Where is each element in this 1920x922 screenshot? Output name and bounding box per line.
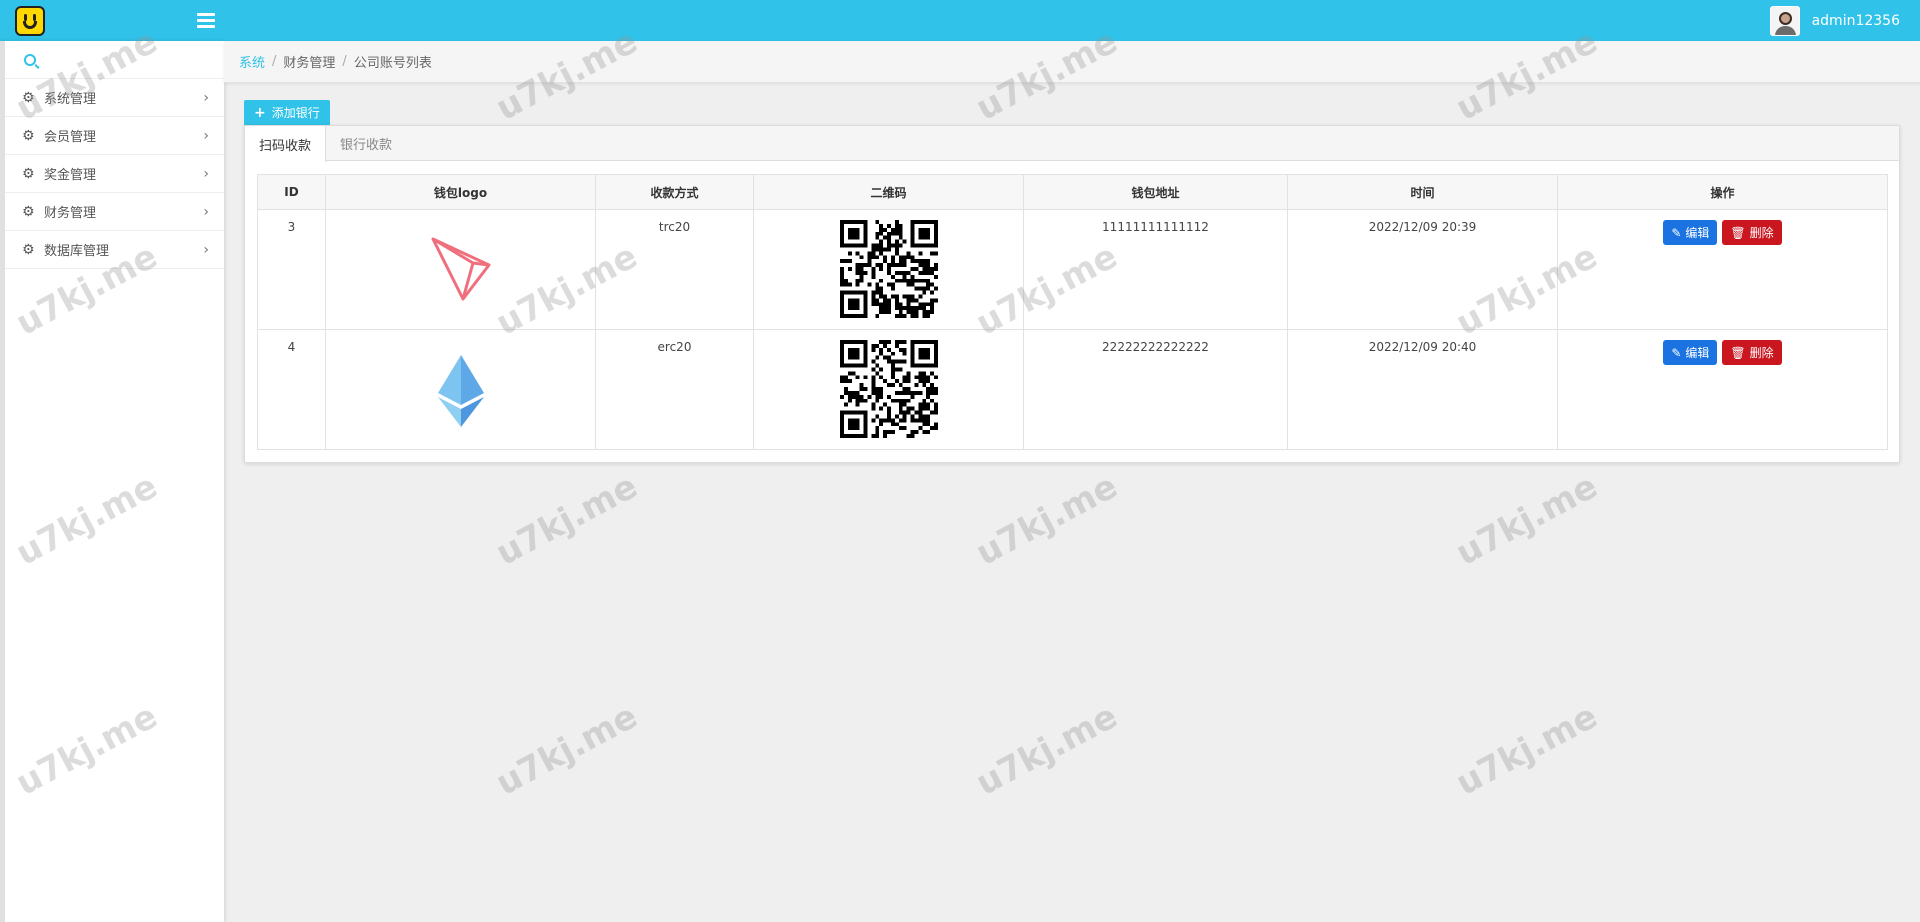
- chevron-right-icon: ›: [203, 241, 209, 258]
- edit-button[interactable]: ✎ 编辑: [1663, 220, 1718, 245]
- edit-label: 编辑: [1685, 346, 1710, 360]
- delete-button[interactable]: 🗑 删除: [1722, 340, 1782, 365]
- avatar[interactable]: [1769, 5, 1800, 36]
- edit-label: 编辑: [1685, 226, 1710, 240]
- content-panel: 扫码收款 银行收款 ID 钱包logo 收款方式 二维码 钱包地址 时间 操作 …: [244, 125, 1900, 463]
- qr-code: [839, 220, 938, 318]
- cell-logo: [325, 209, 596, 330]
- cell-method: trc20: [595, 209, 754, 330]
- tron-logo-icon: [431, 237, 490, 301]
- add-bank-button[interactable]: + 添加银行: [244, 100, 330, 125]
- column-header: 收款方式: [595, 174, 754, 210]
- cell-actions: ✎ 编辑 🗑 删除: [1557, 329, 1888, 450]
- watermark-text: u7kj.me: [1449, 696, 1604, 804]
- edit-icon: ✎: [1671, 225, 1682, 240]
- breadcrumb-separator: /: [342, 54, 347, 69]
- top-bar: admin12356: [0, 0, 1920, 41]
- sidebar-item-finance[interactable]: ⚙ 财务管理 ›: [5, 193, 224, 231]
- sidebar-item-system[interactable]: ⚙ 系统管理 ›: [5, 79, 224, 117]
- sidebar-item-label: 系统管理: [44, 92, 97, 107]
- search-icon[interactable]: [24, 53, 36, 66]
- delete-label: 删除: [1749, 346, 1774, 360]
- cell-logo: [325, 329, 596, 450]
- cell-qr: [753, 329, 1024, 450]
- breadcrumb-separator: /: [272, 54, 277, 69]
- sidebar: ⚙ 系统管理 › ⚙ 会员管理 › ⚙ 奖金管理 › ⚙ 财务管理 › ⚙ 数据…: [0, 41, 224, 922]
- sidebar-item-label: 数据库管理: [44, 244, 110, 259]
- column-header: ID: [257, 174, 326, 210]
- table-header-row: ID 钱包logo 收款方式 二维码 钱包地址 时间 操作: [257, 174, 1888, 210]
- table-row: 4 erc20 22222222222222 2022/12/09 20:40: [257, 329, 1888, 450]
- menu-toggle-icon[interactable]: [197, 10, 215, 31]
- gear-icon: ⚙: [22, 241, 35, 258]
- sidebar-item-members[interactable]: ⚙ 会员管理 ›: [5, 117, 224, 155]
- watermark-text: u7kj.me: [489, 696, 644, 804]
- app-logo-icon[interactable]: [15, 5, 45, 36]
- cell-time: 2022/12/09 20:39: [1287, 209, 1558, 330]
- column-header: 二维码: [753, 174, 1024, 210]
- add-bank-label: 添加银行: [271, 106, 320, 120]
- cell-id: 3: [257, 209, 326, 330]
- tab-qr-payment[interactable]: 扫码收款: [245, 126, 327, 162]
- cell-address: 11111111111112: [1023, 209, 1288, 330]
- account-table: ID 钱包logo 收款方式 二维码 钱包地址 时间 操作 3 trc20 11…: [257, 174, 1888, 450]
- column-header: 操作: [1557, 174, 1888, 210]
- watermark-text: u7kj.me: [1449, 466, 1604, 574]
- breadcrumb-root-link[interactable]: 系统: [239, 52, 265, 71]
- sidebar-item-label: 奖金管理: [44, 168, 97, 183]
- edit-button[interactable]: ✎ 编辑: [1663, 340, 1718, 365]
- gear-icon: ⚙: [22, 203, 35, 220]
- column-header: 钱包logo: [325, 174, 596, 210]
- chevron-right-icon: ›: [203, 89, 209, 106]
- qr-code: [839, 340, 938, 438]
- chevron-right-icon: ›: [203, 203, 209, 220]
- cell-actions: ✎ 编辑 🗑 删除: [1557, 209, 1888, 330]
- breadcrumb-current: 公司账号列表: [353, 56, 432, 71]
- ethereum-logo-icon: [437, 355, 484, 427]
- column-header: 钱包地址: [1023, 174, 1288, 210]
- sidebar-item-database[interactable]: ⚙ 数据库管理 ›: [5, 231, 224, 269]
- sidebar-item-bonus[interactable]: ⚙ 奖金管理 ›: [5, 155, 224, 193]
- watermark-text: u7kj.me: [489, 466, 644, 574]
- cell-time: 2022/12/09 20:40: [1287, 329, 1558, 450]
- edit-icon: ✎: [1671, 345, 1682, 360]
- chevron-right-icon: ›: [203, 165, 209, 182]
- plus-icon: +: [254, 104, 266, 121]
- cell-method: erc20: [595, 329, 754, 450]
- gear-icon: ⚙: [22, 127, 35, 144]
- column-header: 时间: [1287, 174, 1558, 210]
- breadcrumb: 系统 / 财务管理 / 公司账号列表: [224, 41, 1920, 83]
- gear-icon: ⚙: [22, 89, 35, 106]
- sidebar-item-label: 财务管理: [44, 206, 97, 221]
- tab-bar: 扫码收款 银行收款: [245, 126, 1899, 162]
- delete-button[interactable]: 🗑 删除: [1722, 220, 1782, 245]
- sidebar-item-label: 会员管理: [44, 130, 97, 145]
- delete-label: 删除: [1749, 226, 1774, 240]
- watermark-text: u7kj.me: [969, 696, 1124, 804]
- tab-bank-payment[interactable]: 银行收款: [326, 126, 406, 160]
- cell-qr: [753, 209, 1024, 330]
- gear-icon: ⚙: [22, 165, 35, 182]
- table-row: 3 trc20 11111111111112 2022/12/09 20:39 …: [257, 209, 1888, 330]
- trash-icon: 🗑: [1730, 225, 1746, 240]
- sidebar-search[interactable]: [5, 41, 224, 79]
- watermark-text: u7kj.me: [969, 466, 1124, 574]
- chevron-right-icon: ›: [203, 127, 209, 144]
- breadcrumb-level2: 财务管理: [283, 56, 336, 71]
- cell-id: 4: [257, 329, 326, 450]
- trash-icon: 🗑: [1730, 345, 1746, 360]
- username[interactable]: admin12356: [1812, 13, 1900, 29]
- cell-address: 22222222222222: [1023, 329, 1288, 450]
